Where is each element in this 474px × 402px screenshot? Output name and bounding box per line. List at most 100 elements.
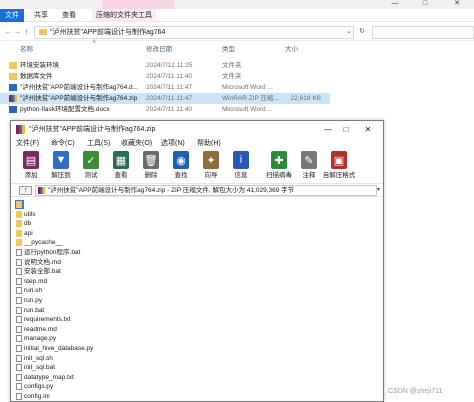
- toolbar-label: 自解压格式: [322, 172, 356, 179]
- file-row[interactable]: python-flask环境配置文档.docx 2024/7/11 11:40 Mi…: [0, 104, 330, 115]
- tab-compressed-folder-tools[interactable]: 压缩的文件夹工具: [92, 9, 156, 22]
- file-type: Microsoft Word ...: [222, 106, 273, 113]
- column-header-date[interactable]: 修改日期: [146, 44, 172, 56]
- file-type: 文件夹: [222, 73, 242, 80]
- archive-entry[interactable]: step.md: [15, 277, 215, 286]
- toolbar-button-sfx[interactable]: ▣ 自解压格式: [323, 149, 355, 182]
- toolbar-button-wizard[interactable]: ✦ 向导: [197, 149, 225, 182]
- column-header-name[interactable]: 名称: [20, 44, 33, 56]
- folder-icon: [15, 200, 23, 209]
- winrar-maximize-button[interactable]: □: [339, 123, 353, 136]
- refresh-icon[interactable]: ↻: [356, 26, 368, 39]
- context-tab-label[interactable]: [102, 0, 174, 9]
- archive-entry[interactable]: run.bat: [15, 306, 215, 315]
- tab-file[interactable]: 文件: [0, 9, 24, 22]
- toolbar-button-info[interactable]: i 信息: [227, 149, 255, 182]
- archive-entry[interactable]: initial_hive_database.py: [15, 344, 215, 353]
- menu-file[interactable]: 文件(F): [16, 138, 39, 149]
- close-button[interactable]: ✕: [440, 0, 474, 9]
- archive-entry[interactable]: 运行python程序.bat: [15, 248, 215, 257]
- toolbar-button-test[interactable]: ✓ 测试: [77, 149, 105, 182]
- winrar-close-button[interactable]: ✕: [361, 123, 375, 136]
- archive-entry[interactable]: manage.py: [15, 334, 215, 343]
- zip-icon: [9, 95, 17, 102]
- archive-entry-name: initial_hive_database.py: [24, 345, 94, 352]
- archive-entry-name: readme.md: [24, 325, 57, 333]
- chevron-down-icon[interactable]: ▾: [377, 185, 383, 196]
- menu-favorites[interactable]: 收藏夹(O): [121, 138, 152, 149]
- toolbar-button-scan-virus[interactable]: ✚ 扫描病毒: [265, 149, 293, 182]
- toolbar-button-view[interactable]: ▦ 查看: [107, 149, 135, 182]
- menu-commands[interactable]: 命令(C): [51, 138, 75, 149]
- archive-entry[interactable]: db: [15, 219, 215, 228]
- archive-entry[interactable]: init_sql.bat: [15, 363, 215, 372]
- up-folder-button[interactable]: ↑: [19, 186, 32, 195]
- scan-virus-icon: ✚: [271, 151, 287, 169]
- toolbar-button-extract-to[interactable]: ▼ 解压到: [47, 149, 75, 182]
- archive-entry[interactable]: config.ini: [15, 392, 215, 401]
- test-icon: ✓: [83, 151, 99, 169]
- chevron-down-icon[interactable]: ⌄: [344, 26, 354, 39]
- menu-tools[interactable]: 工具(S): [87, 138, 110, 149]
- toolbar-button-find[interactable]: ◉ 查找: [167, 149, 195, 182]
- column-header-size[interactable]: 大小: [285, 44, 298, 56]
- archive-entry-name: db: [24, 220, 32, 228]
- archive-entry-name: __pycache__: [24, 239, 63, 247]
- archive-entry[interactable]: ..: [15, 200, 24, 209]
- archive-entry-name: config.ini: [24, 393, 50, 400]
- wizard-icon: ✦: [203, 151, 219, 169]
- folder-icon: [16, 210, 22, 218]
- view-icon: ▦: [113, 151, 129, 169]
- delete-icon: 🗑: [143, 151, 159, 169]
- winrar-title-bar: "泸州扶贫"APP前端设计与制作ag764.zip — □ ✕: [11, 121, 383, 138]
- archive-entry[interactable]: utils: [15, 210, 215, 219]
- file-row[interactable]: "泸州扶贫"APP前端设计与制作ag764.d... 2024/7/11 11:4…: [0, 82, 330, 93]
- forward-arrow-icon[interactable]: →: [13, 26, 22, 37]
- archive-entry-name: 运行python程序.bat: [24, 249, 81, 256]
- menu-options[interactable]: 选项(N): [161, 138, 185, 149]
- archive-path-field[interactable]: "泸州扶贫"APP前端设计与制作ag764.zip - ZIP 压缩文件, 解包…: [35, 185, 377, 196]
- file-row[interactable]: 数据库文件 2024/7/11 11:40 文件夹: [0, 71, 330, 82]
- column-headers: 名称 修改日期 类型 大小: [0, 44, 474, 56]
- tab-share[interactable]: 共享: [34, 9, 48, 22]
- search-input[interactable]: [372, 26, 474, 39]
- extract-to-icon: ▼: [53, 151, 69, 169]
- up-arrow-icon[interactable]: ↑: [22, 26, 31, 37]
- menu-help[interactable]: 帮助(H): [197, 138, 221, 149]
- tab-view[interactable]: 查看: [62, 9, 76, 22]
- winrar-title: "泸州扶贫"APP前端设计与制作ag764.zip: [29, 126, 156, 133]
- archive-entry[interactable]: 说明文档.md: [15, 258, 215, 267]
- archive-entry[interactable]: datatype_map.txt: [15, 373, 215, 382]
- toolbar-button-add[interactable]: ▤ 添加: [17, 149, 45, 182]
- back-arrow-icon[interactable]: ←: [4, 26, 13, 37]
- file-type: Microsoft Word ...: [222, 84, 273, 91]
- column-header-type[interactable]: 类型: [222, 44, 235, 56]
- winrar-minimize-button[interactable]: —: [321, 123, 335, 136]
- word-doc-icon: [9, 106, 17, 113]
- ribbon-tabs: 文件 共享 查看 压缩的文件夹工具: [0, 9, 474, 22]
- archive-entry[interactable]: __pycache__: [15, 238, 215, 247]
- file-icon: [16, 373, 22, 381]
- archive-entry[interactable]: requirements.txt: [15, 315, 215, 324]
- file-row[interactable]: "泸州扶贫"APP前端设计与制作ag764.zip 2024/7/11 11:47…: [0, 93, 330, 104]
- maximize-button[interactable]: □: [410, 0, 440, 9]
- toolbar-button-delete[interactable]: 🗑 删除: [137, 149, 165, 182]
- archive-entry-name: init_sql.sh: [24, 354, 53, 362]
- winrar-menu-bar: 文件(F) 命令(C) 工具(S) 收藏夹(O) 选项(N) 帮助(H): [11, 138, 383, 149]
- archive-entry[interactable]: run.py: [15, 296, 215, 305]
- file-date: 2024/7/11 11:40: [146, 73, 193, 80]
- minimize-button[interactable]: —: [380, 0, 410, 9]
- toolbar-button-comment[interactable]: ✎ 注释: [295, 149, 323, 182]
- file-row[interactable]: 环境安装环境 2024/7/12 11:25 文件夹: [0, 60, 330, 71]
- archive-entry[interactable]: init_sql.sh: [15, 354, 215, 363]
- archive-entry[interactable]: run.sh: [15, 286, 215, 295]
- sfx-icon: ▣: [331, 151, 347, 169]
- file-type: WinRAR ZIP 压缩...: [222, 95, 279, 102]
- address-input[interactable]: "泸州扶贫"APP前端设计与制作ag764: [34, 26, 354, 39]
- archive-entry-name: 说明文档.md: [24, 258, 61, 266]
- archive-entry[interactable]: readme.md: [15, 325, 215, 334]
- folder-icon: [16, 220, 22, 228]
- archive-entry[interactable]: 安装全部.bat: [15, 267, 215, 276]
- archive-entry[interactable]: configs.py: [15, 382, 215, 391]
- archive-entry[interactable]: api: [15, 229, 215, 238]
